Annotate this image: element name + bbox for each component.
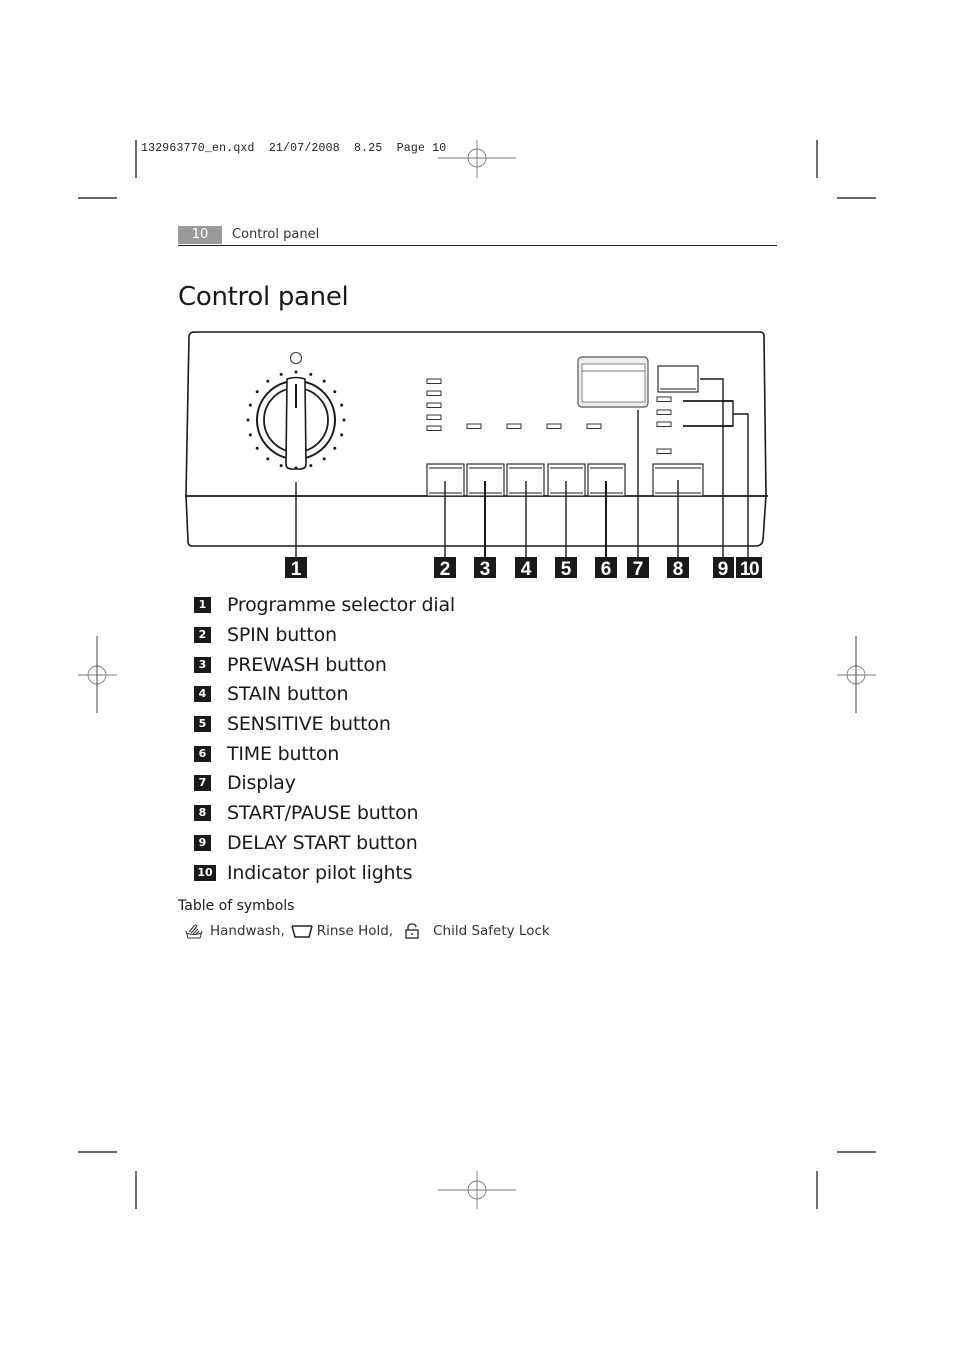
child-lock-icon [403, 922, 423, 940]
rinse-hold-label: Rinse Hold, [316, 923, 394, 939]
callout-6: 6 [595, 557, 617, 580]
symbols-table-title: Table of symbols [178, 898, 295, 914]
control-panel-diagram: 1 2 3 4 5 6 7 8 9 10 [185, 331, 768, 580]
dial-tick [279, 464, 283, 468]
legend-label: SENSITIVE button [227, 713, 391, 735]
callout-2: 2 [434, 557, 456, 580]
legend-number-badge: 2 [194, 627, 211, 643]
slug-date: 21/07/2008 [268, 142, 340, 155]
rinse-hold-icon [291, 922, 313, 940]
dial-tick [255, 446, 259, 450]
slug-time: 8.25 [354, 142, 383, 155]
callout-9: 9 [713, 557, 734, 580]
registration-mark-top [438, 140, 516, 178]
legend-item: 7 Display [194, 772, 296, 794]
legend-number-badge: 8 [194, 805, 211, 821]
dial-tick [333, 390, 337, 394]
legend-label: Display [227, 772, 296, 794]
legend-label: PREWASH button [227, 654, 387, 676]
print-slug: 132963770_en.qxd 21/07/2008 8.25 Page 10 [141, 142, 446, 155]
registration-mark-bottom [438, 1171, 516, 1209]
callout-1: 1 [285, 557, 307, 580]
callout-6-label: 6 [601, 559, 612, 580]
dial-tick [255, 390, 259, 394]
callout-4-label: 4 [521, 559, 532, 580]
legend-label: SPIN button [227, 624, 337, 646]
legend-item: 6 TIME button [194, 743, 339, 765]
dial-tick [342, 418, 346, 422]
child-lock-label: Child Safety Lock [433, 923, 550, 939]
legend-label: Indicator pilot lights [227, 862, 413, 884]
legend-number-badge: 6 [194, 746, 211, 762]
callout-8-label: 8 [673, 559, 684, 580]
dial-tick [248, 403, 252, 407]
callout-badges: 1 2 3 4 5 6 7 8 9 10 [285, 557, 762, 580]
legend-number-badge: 1 [194, 597, 211, 613]
legend-item: 8 START/PAUSE button [194, 802, 419, 824]
legend-number-badge: 7 [194, 775, 211, 791]
slug-filename: 132963770_en.qxd [141, 142, 255, 155]
dial-tick [309, 372, 313, 376]
callout-3-label: 3 [480, 559, 491, 580]
dial-tick [333, 446, 337, 450]
dial-tick [246, 418, 250, 422]
registration-mark-right [837, 636, 876, 713]
delay-start-button-shape [657, 365, 699, 393]
dial-tick [279, 372, 283, 376]
legend-item: 10 Indicator pilot lights [194, 862, 413, 884]
dial-tick [294, 466, 298, 470]
display-shape [577, 356, 649, 408]
callout-1-label: 1 [291, 559, 302, 580]
legend-number-badge: 9 [194, 835, 211, 851]
callout-9-label: 9 [718, 559, 729, 580]
dial-tick [266, 379, 270, 383]
crop-marks [78, 140, 876, 1209]
dial-tick [340, 403, 344, 407]
running-header-section: Control panel [232, 227, 320, 242]
dial-tick [340, 433, 344, 437]
legend-item: 5 SENSITIVE button [194, 713, 391, 735]
legend-item: 9 DELAY START button [194, 832, 418, 854]
callout-10: 10 [736, 557, 762, 580]
callout-7: 7 [627, 557, 649, 580]
legend-item: 1 Programme selector dial [194, 594, 455, 616]
registration-mark-left [78, 636, 117, 713]
legend-number-badge: 5 [194, 716, 211, 732]
running-header-rule [178, 245, 777, 246]
handwash-label: Handwash, [210, 923, 285, 939]
dial-tick [309, 464, 313, 468]
legend-item: 2 SPIN button [194, 624, 337, 646]
legend-number-badge: 4 [194, 686, 211, 702]
legend-number-badge: 10 [194, 865, 216, 881]
legend-item: 3 PREWASH button [194, 654, 387, 676]
dial-tick [294, 370, 298, 374]
dial-tick [266, 457, 270, 461]
dial-indicator-dot [290, 352, 302, 364]
callout-3: 3 [474, 557, 496, 580]
dial-tick [248, 433, 252, 437]
legend-item: 4 STAIN button [194, 683, 349, 705]
callout-10-label: 10 [740, 559, 759, 580]
slug-page: Page 10 [396, 142, 447, 155]
page-title: Control panel [178, 282, 349, 312]
callout-5-label: 5 [561, 559, 572, 580]
dial-tick [322, 457, 326, 461]
legend-label: DELAY START button [227, 832, 418, 854]
legend-label: STAIN button [227, 683, 349, 705]
legend-number-badge: 3 [194, 657, 211, 673]
handwash-icon [184, 922, 204, 940]
symbols-row: Handwash, Rinse Hold, Child Safety Lock [184, 922, 556, 940]
callout-8: 8 [667, 557, 689, 580]
legend-label: Programme selector dial [227, 594, 455, 616]
legend-label: TIME button [227, 743, 340, 765]
callout-4: 4 [515, 557, 537, 580]
callout-2-label: 2 [440, 559, 451, 580]
legend-label: START/PAUSE button [227, 802, 419, 824]
running-header-page-number: 10 [178, 226, 222, 244]
dial-tick [322, 379, 326, 383]
callout-5: 5 [555, 557, 577, 580]
callout-7-label: 7 [633, 559, 644, 580]
